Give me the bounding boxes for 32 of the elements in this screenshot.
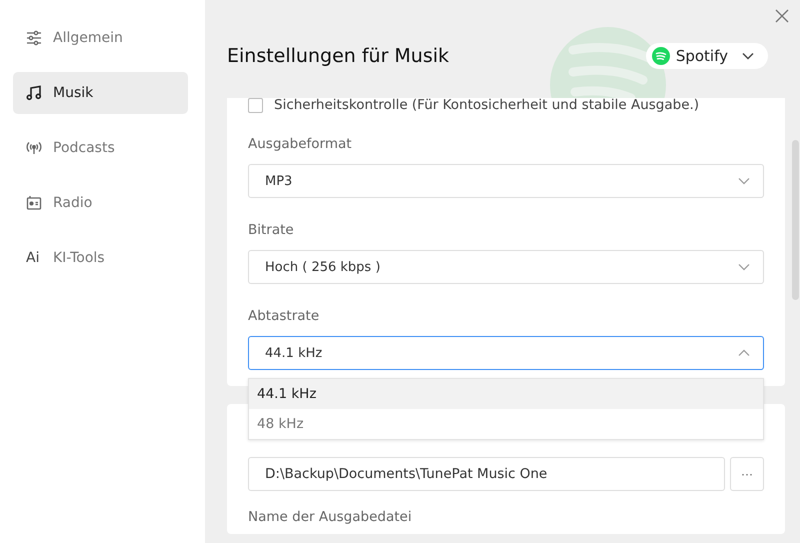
- folder-path-field[interactable]: D:\Backup\Documents\TunePat Music One: [248, 457, 725, 491]
- sidebar-item[interactable]: Podcasts: [13, 127, 188, 169]
- field-label: Name der Ausgabedatei: [248, 509, 413, 525]
- page-title: Einstellungen für Musik: [227, 45, 450, 67]
- field-label: Abtastrate: [248, 308, 320, 324]
- close-button[interactable]: [774, 8, 790, 24]
- select-field[interactable]: 44.1 kHz: [248, 336, 764, 370]
- select-field[interactable]: MP3: [248, 164, 764, 198]
- dropdown-option[interactable]: 48 kHz: [249, 409, 763, 439]
- source-dropdown[interactable]: Spotify: [646, 43, 768, 69]
- select-field[interactable]: Hoch ( 256 kbps ): [248, 250, 764, 284]
- browse-button[interactable]: ···: [730, 457, 764, 491]
- sliders-icon: [26, 30, 42, 46]
- ai-icon: Ai: [26, 250, 42, 266]
- sidebar-item[interactable]: Allgemein: [13, 17, 188, 59]
- radio-icon: [26, 195, 42, 211]
- music-note-icon: [26, 85, 42, 101]
- field-label: Ausgabeformat: [248, 136, 353, 152]
- field-label: Bitrate: [248, 222, 295, 238]
- sidebar-item[interactable]: Musik: [13, 72, 188, 114]
- dropdown-option[interactable]: 44.1 kHz: [249, 379, 763, 409]
- chevron-down-icon: [742, 52, 754, 60]
- chevron-down-icon: [738, 263, 750, 271]
- sidebar-item[interactable]: Radio: [13, 182, 188, 224]
- chevron-down-icon: [738, 177, 750, 185]
- broadcast-icon: [26, 140, 42, 156]
- spotify-icon: [652, 47, 670, 65]
- checkbox[interactable]: [248, 98, 263, 112]
- sidebar-item[interactable]: Ai KI-Tools: [13, 237, 188, 279]
- chevron-up-icon: [738, 349, 750, 357]
- checkbox-label: Sicherheitskontrolle (Für Kontosicherheit und stabile Ausgabe.): [274, 97, 700, 113]
- scrollbar[interactable]: [792, 140, 799, 300]
